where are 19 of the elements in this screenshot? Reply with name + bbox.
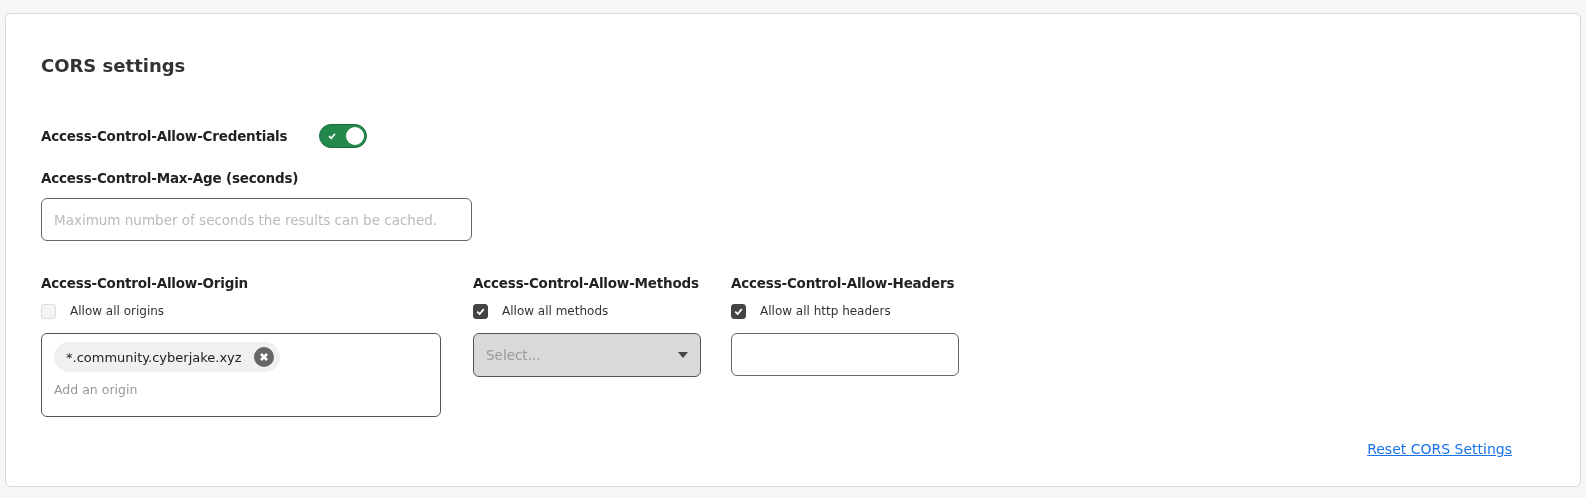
- origin-input[interactable]: Add an origin: [54, 382, 428, 397]
- checkbox[interactable]: [731, 303, 746, 319]
- input-field[interactable]: [731, 333, 959, 376]
- field-label: Access-Control-Allow-Credentials: [41, 128, 288, 144]
- input-field[interactable]: Maximum number of seconds the results can be cached.: [41, 198, 472, 241]
- checkbox-label: Allow all origins: [70, 304, 165, 318]
- remove-icon[interactable]: [253, 347, 274, 367]
- check-icon: [327, 131, 338, 141]
- field-label: Access-Control-Allow-Methods: [473, 275, 700, 291]
- field-label: Access-Control-Allow-Headers: [731, 275, 956, 291]
- section-title: CORS settings: [41, 55, 187, 76]
- toggle-switch[interactable]: [319, 124, 368, 148]
- tag-text: *.community.cyberjake.xyz: [66, 349, 242, 365]
- caret-icon: [678, 352, 688, 358]
- field-label: Access-Control-Max-Age (seconds): [41, 170, 300, 186]
- reset-link[interactable]: Reset CORS Settings: [1367, 441, 1512, 457]
- checkbox-label: Allow all http headers: [760, 304, 891, 318]
- field-label: Access-Control-Allow-Origin: [41, 275, 249, 291]
- checkbox-label: Allow all methods: [502, 304, 609, 318]
